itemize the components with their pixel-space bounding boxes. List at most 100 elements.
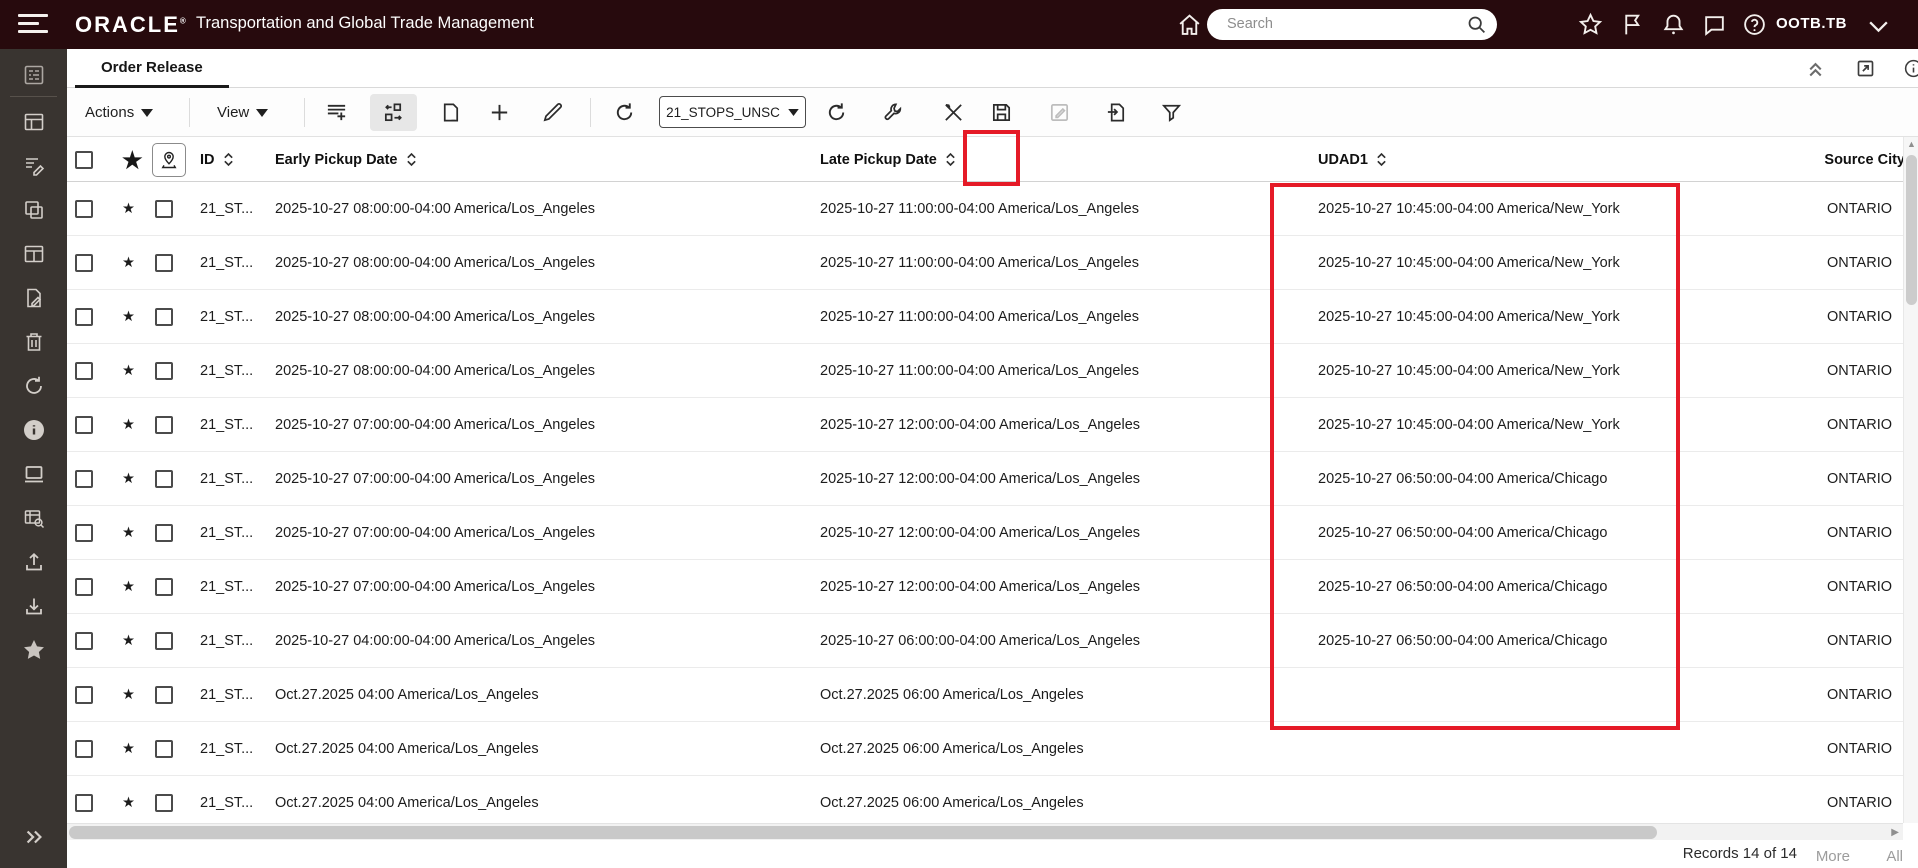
vertical-scrollbar[interactable]: ▲ xyxy=(1903,137,1918,823)
row-select-checkbox[interactable] xyxy=(75,469,93,488)
menu-icon[interactable] xyxy=(18,14,48,36)
user-chevron-icon[interactable] xyxy=(1866,14,1891,39)
notifications-icon[interactable] xyxy=(1661,12,1686,37)
springboard-icon[interactable] xyxy=(0,57,67,93)
refresh-icon[interactable] xyxy=(0,368,67,404)
table-row[interactable]: ★ 21_ST... 2025-10-27 07:00:00-04:00 Ame… xyxy=(67,506,1918,560)
saved-query-dropdown[interactable]: 21_STOPS_UNSC xyxy=(659,96,806,128)
row-favorite-star[interactable]: ★ xyxy=(122,416,135,434)
row-select-checkbox[interactable] xyxy=(75,361,93,380)
row-favorite-star[interactable]: ★ xyxy=(122,362,135,380)
row-flag-checkbox[interactable] xyxy=(155,469,173,488)
row-favorite-star[interactable]: ★ xyxy=(122,794,135,812)
actions-menu-button[interactable]: Actions xyxy=(85,100,154,125)
order-entry-icon[interactable] xyxy=(0,148,67,184)
tab-order-release[interactable]: Order Release xyxy=(75,49,229,88)
table-row[interactable]: ★ 21_ST... 2025-10-27 08:00:00-04:00 Ame… xyxy=(67,344,1918,398)
table-search-icon[interactable] xyxy=(0,500,67,536)
refresh-icon[interactable] xyxy=(613,101,636,124)
table-row[interactable]: ★ 21_ST... 2025-10-27 08:00:00-04:00 Ame… xyxy=(67,290,1918,344)
expand-icon[interactable] xyxy=(0,819,67,855)
row-flag-checkbox[interactable] xyxy=(155,577,173,596)
row-flag-checkbox[interactable] xyxy=(155,685,173,704)
table-row[interactable]: ★ 21_ST... 2025-10-27 07:00:00-04:00 Ame… xyxy=(67,398,1918,452)
cell-id[interactable]: 21_ST... xyxy=(200,363,253,379)
column-header-udad1[interactable]: UDAD1 xyxy=(1318,137,1387,182)
filter-icon[interactable] xyxy=(1160,101,1183,124)
row-select-checkbox[interactable] xyxy=(75,631,93,650)
row-select-checkbox[interactable] xyxy=(75,523,93,542)
row-favorite-star[interactable]: ★ xyxy=(122,470,135,488)
favorite-column-star[interactable]: ★ xyxy=(122,137,143,182)
row-select-checkbox[interactable] xyxy=(75,307,93,326)
collapse-icon[interactable] xyxy=(1805,58,1826,79)
cell-id[interactable]: 21_ST... xyxy=(200,471,253,487)
cell-id[interactable]: 21_ST... xyxy=(200,309,253,325)
horizontal-scrollbar[interactable]: ▶ xyxy=(67,823,1903,840)
scroll-right-arrow[interactable]: ▶ xyxy=(1891,827,1899,838)
monitor-icon[interactable] xyxy=(0,456,67,492)
row-flag-checkbox[interactable] xyxy=(155,307,173,326)
column-header-early-pickup[interactable]: Early Pickup Date xyxy=(275,137,417,182)
cell-id[interactable]: 21_ST... xyxy=(200,579,253,595)
add-to-list-icon[interactable] xyxy=(325,101,348,124)
row-favorite-star[interactable]: ★ xyxy=(122,524,135,542)
row-favorite-star[interactable]: ★ xyxy=(122,254,135,272)
save-icon[interactable] xyxy=(990,101,1013,124)
row-flag-checkbox[interactable] xyxy=(155,415,173,434)
row-select-checkbox[interactable] xyxy=(75,577,93,596)
tools-wrench-icon[interactable] xyxy=(882,101,905,124)
delete-icon[interactable] xyxy=(0,324,67,360)
document-edit-icon[interactable] xyxy=(0,280,67,316)
row-favorite-star[interactable]: ★ xyxy=(122,632,135,650)
help-icon[interactable] xyxy=(1742,12,1767,37)
table-row[interactable]: ★ 21_ST... 2025-10-27 08:00:00-04:00 Ame… xyxy=(67,182,1918,236)
view-menu-button[interactable]: View xyxy=(217,100,269,125)
scroll-up-arrow[interactable]: ▲ xyxy=(1907,139,1916,149)
table-row[interactable]: ★ 21_ST... Oct.27.2025 04:00 America/Los… xyxy=(67,668,1918,722)
screen-layout-icon[interactable] xyxy=(0,236,67,272)
row-flag-checkbox[interactable] xyxy=(155,361,173,380)
row-favorite-star[interactable]: ★ xyxy=(122,740,135,758)
column-header-source-city[interactable]: Source City xyxy=(1824,137,1905,182)
cell-id[interactable]: 21_ST... xyxy=(200,417,253,433)
row-select-checkbox[interactable] xyxy=(75,415,93,434)
column-header-id[interactable]: ID xyxy=(200,137,234,182)
row-favorite-star[interactable]: ★ xyxy=(122,578,135,596)
copy-icon[interactable] xyxy=(0,192,67,228)
workbench-icon[interactable] xyxy=(0,104,67,140)
row-flag-checkbox[interactable] xyxy=(155,523,173,542)
row-select-checkbox[interactable] xyxy=(75,253,93,272)
messages-icon[interactable] xyxy=(1702,12,1727,37)
cell-id[interactable]: 21_ST... xyxy=(200,795,253,811)
cell-id[interactable]: 21_ST... xyxy=(200,255,253,271)
table-row[interactable]: ★ 21_ST... 2025-10-27 04:00:00-04:00 Ame… xyxy=(67,614,1918,668)
all-link[interactable]: All xyxy=(1886,848,1903,865)
cell-id[interactable]: 21_ST... xyxy=(200,525,253,541)
search-icon[interactable] xyxy=(1466,14,1487,35)
row-select-checkbox[interactable] xyxy=(75,199,93,218)
row-favorite-star[interactable]: ★ xyxy=(122,200,135,218)
row-flag-checkbox[interactable] xyxy=(155,739,173,758)
upload-icon[interactable] xyxy=(0,544,67,580)
flag-icon[interactable] xyxy=(1620,12,1645,37)
search-input[interactable] xyxy=(1227,13,1447,35)
horizontal-scrollbar-thumb[interactable] xyxy=(69,826,1657,839)
table-row[interactable]: ★ 21_ST... 2025-10-27 08:00:00-04:00 Ame… xyxy=(67,236,1918,290)
user-menu-label[interactable]: OOTB.TB xyxy=(1776,15,1847,32)
cell-id[interactable]: 21_ST... xyxy=(200,633,253,649)
info-icon[interactable] xyxy=(0,412,67,448)
cell-id[interactable]: 21_ST... xyxy=(200,741,253,757)
row-favorite-star[interactable]: ★ xyxy=(122,686,135,704)
row-flag-checkbox[interactable] xyxy=(155,253,173,272)
table-row[interactable]: ★ 21_ST... Oct.27.2025 04:00 America/Los… xyxy=(67,776,1918,823)
refresh-query-icon[interactable] xyxy=(825,101,848,124)
row-flag-checkbox[interactable] xyxy=(155,631,173,650)
favorites-icon[interactable] xyxy=(1578,12,1603,37)
row-flag-checkbox[interactable] xyxy=(155,793,173,812)
add-icon[interactable] xyxy=(488,101,511,124)
table-row[interactable]: ★ 21_ST... 2025-10-27 07:00:00-04:00 Ame… xyxy=(67,452,1918,506)
more-link[interactable]: More xyxy=(1816,848,1850,865)
open-window-icon[interactable] xyxy=(1855,58,1876,79)
export-icon[interactable] xyxy=(1105,101,1128,124)
